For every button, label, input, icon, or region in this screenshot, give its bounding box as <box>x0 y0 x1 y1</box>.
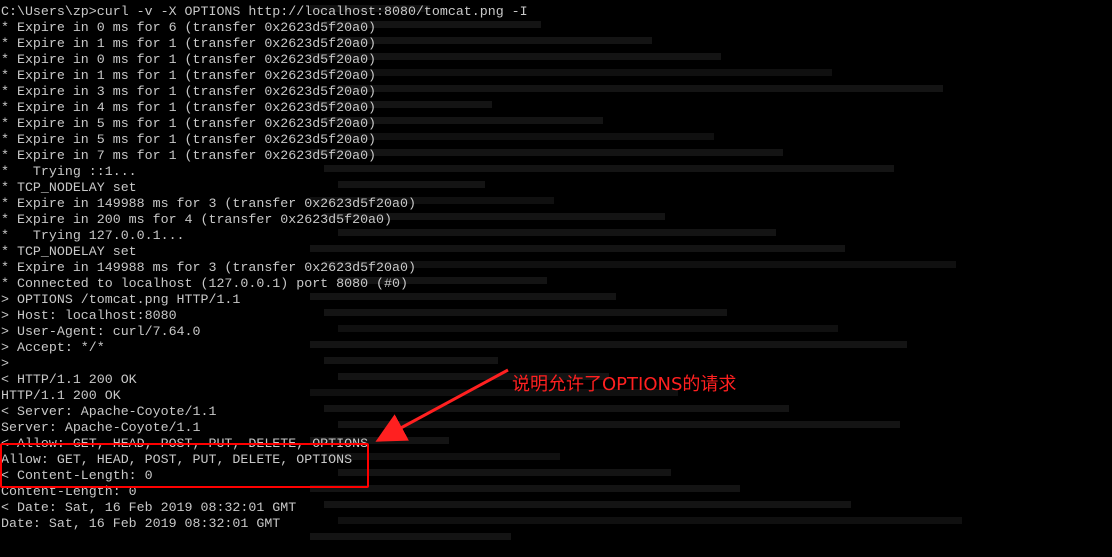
terminal-line: * Expire in 5 ms for 1 (transfer 0x2623d… <box>1 132 377 147</box>
terminal-line: * TCP_NODELAY set <box>1 244 137 259</box>
terminal-line: * Expire in 7 ms for 1 (transfer 0x2623d… <box>1 148 377 163</box>
terminal-line: * Connected to localhost (127.0.0.1) por… <box>1 276 408 291</box>
terminal-line: * Expire in 200 ms for 4 (transfer 0x262… <box>1 212 392 227</box>
terminal-line: * Expire in 1 ms for 1 (transfer 0x2623d… <box>1 68 377 83</box>
terminal-line: < Date: Sat, 16 Feb 2019 08:32:01 GMT <box>1 500 297 515</box>
terminal-line: > Accept: */* <box>1 340 105 355</box>
terminal-line: * Trying ::1... <box>1 164 137 179</box>
terminal-line: * Expire in 149988 ms for 3 (transfer 0x… <box>1 196 416 211</box>
terminal-line: * Expire in 4 ms for 1 (transfer 0x2623d… <box>1 100 377 115</box>
terminal-window[interactable]: C:\Users\zp>curl -v -X OPTIONS http://lo… <box>0 0 1112 557</box>
terminal-line: * Expire in 0 ms for 1 (transfer 0x2623d… <box>1 52 377 67</box>
allow-header-highlight-box <box>0 443 369 488</box>
terminal-line: > OPTIONS /tomcat.png HTTP/1.1 <box>1 292 241 307</box>
terminal-line: * Expire in 1 ms for 1 (transfer 0x2623d… <box>1 36 377 51</box>
terminal-line: * Expire in 149988 ms for 3 (transfer 0x… <box>1 260 416 275</box>
terminal-line: * TCP_NODELAY set <box>1 180 137 195</box>
terminal-line: C:\Users\zp>curl -v -X OPTIONS http://lo… <box>1 4 528 19</box>
terminal-line: * Trying 127.0.0.1... <box>1 228 185 243</box>
terminal-line: * Expire in 3 ms for 1 (transfer 0x2623d… <box>1 84 377 99</box>
terminal-line: * Expire in 0 ms for 6 (transfer 0x2623d… <box>1 20 377 35</box>
terminal-line: > Host: localhost:8080 <box>1 308 177 323</box>
background-bar <box>310 533 511 540</box>
terminal-line: Date: Sat, 16 Feb 2019 08:32:01 GMT <box>1 516 281 531</box>
annotation-text: 说明允许了OPTIONS的请求 <box>512 374 737 395</box>
terminal-line: > User-Agent: curl/7.64.0 <box>1 324 201 339</box>
terminal-line: * Expire in 5 ms for 1 (transfer 0x2623d… <box>1 116 377 131</box>
red-arrow-icon <box>375 368 509 442</box>
